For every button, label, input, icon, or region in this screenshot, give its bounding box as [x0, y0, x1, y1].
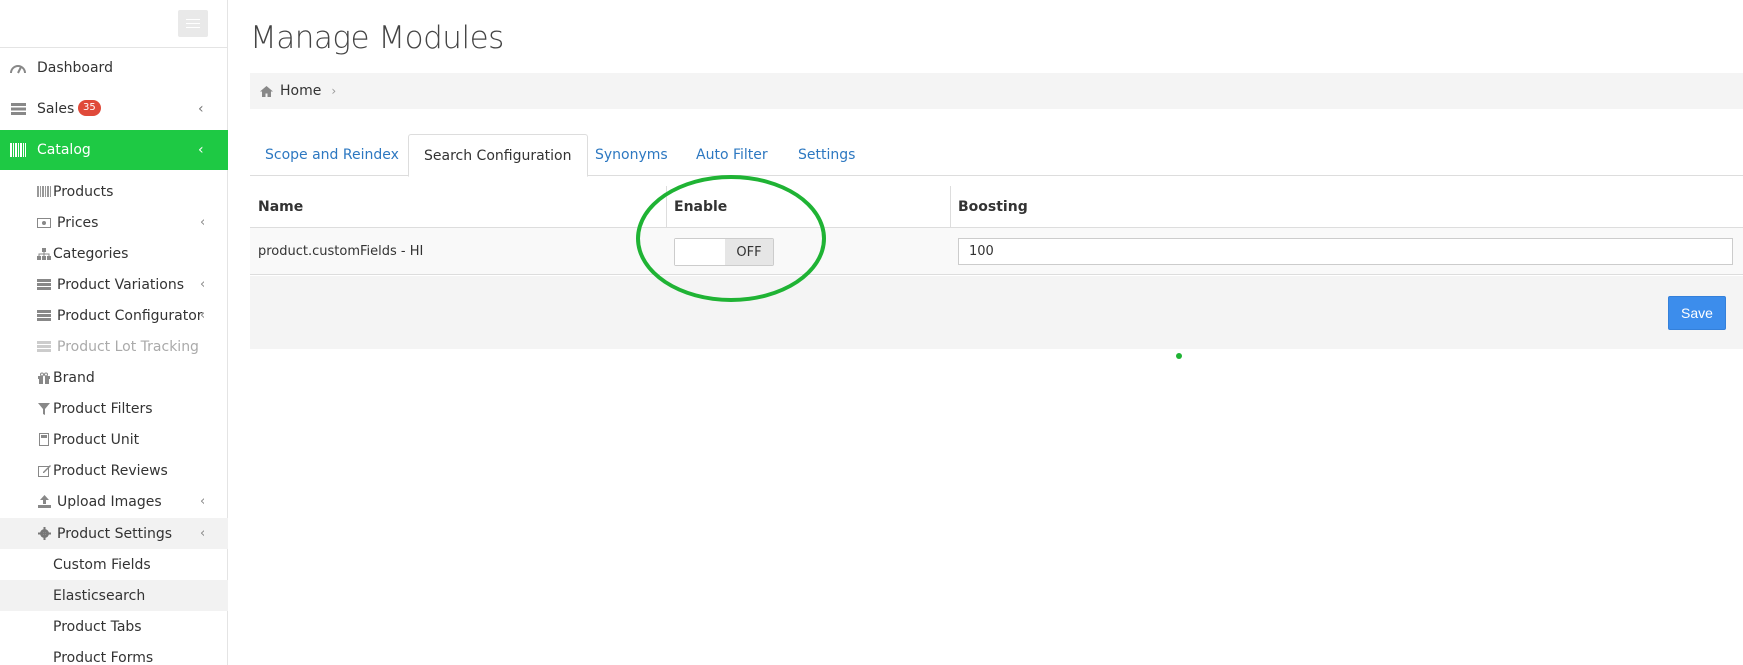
barcode-icon [37, 185, 51, 199]
sidebar-item-label: Brand [53, 369, 95, 386]
annotation-dot [1176, 353, 1182, 359]
table-header: Name Enable Boosting [250, 186, 1743, 228]
chevron-left-icon: ‹ [200, 494, 206, 509]
gift-icon [37, 371, 51, 385]
list-icon [37, 278, 51, 292]
sidebar: Dashboard Sales 35 ‹ Catalog ‹ Products … [0, 0, 228, 665]
chevron-left-icon: ‹ [200, 215, 206, 230]
page-title: Manage Modules [250, 20, 504, 56]
table-row: product.customFields - HI OFF 100 [250, 228, 1743, 275]
list-icon [37, 309, 51, 323]
barcode-icon [10, 142, 26, 158]
boosting-input[interactable]: 100 [958, 238, 1733, 265]
list-icon [10, 101, 26, 117]
chevron-left-icon: ‹ [198, 101, 204, 117]
sidebar-item-catalog[interactable]: Catalog ‹ [0, 130, 228, 170]
tab-synonyms[interactable]: Synonyms [580, 134, 683, 176]
sidebar-item-product-settings[interactable]: Product Settings ‹ [0, 518, 228, 549]
sidebar-item-product-configurator[interactable]: Product Configurator ‹ [0, 300, 228, 331]
breadcrumb-home-link[interactable]: Home [280, 83, 321, 99]
tab-scope-and-reindex[interactable]: Scope and Reindex [250, 134, 414, 176]
filter-icon [37, 402, 51, 416]
sidebar-item-custom-fields[interactable]: Custom Fields [0, 549, 228, 580]
sidebar-item-label: Custom Fields [53, 556, 151, 573]
sidebar-item-label: Product Unit [53, 431, 140, 448]
list-icon [37, 340, 51, 354]
breadcrumb: Home › [250, 73, 1743, 109]
sidebar-item-product-reviews[interactable]: Product Reviews [0, 455, 228, 486]
edit-icon [37, 464, 51, 478]
tab-search-configuration[interactable]: Search Configuration [408, 134, 588, 177]
sidebar-item-products[interactable]: Products [0, 176, 228, 207]
sales-count-badge: 35 [78, 100, 101, 116]
dashboard-icon [10, 60, 26, 76]
sidebar-item-label: Product Forms [53, 649, 154, 665]
sidebar-item-label: Catalog [37, 142, 91, 158]
sidebar-item-categories[interactable]: Categories [0, 238, 228, 269]
chevron-left-icon: ‹ [198, 142, 204, 158]
field-name-cell: product.customFields - HI [258, 244, 424, 259]
sidebar-item-label: Upload Images [57, 493, 162, 510]
sidebar-item-label: Product Settings [57, 525, 173, 542]
sidebar-item-product-forms[interactable]: Product Forms [0, 642, 228, 665]
sidebar-header [0, 0, 227, 48]
column-header-name: Name [258, 199, 304, 215]
save-button[interactable]: Save [1668, 296, 1726, 330]
sidebar-item-brand[interactable]: Brand [0, 362, 228, 393]
sidebar-item-sales[interactable]: Sales 35 ‹ [0, 89, 228, 129]
sidebar-item-label: Product Variations [57, 276, 185, 293]
annotation-circle [636, 175, 826, 302]
sidebar-item-label: Product Lot Tracking [57, 338, 199, 355]
sidebar-item-label: Product Configurator [57, 307, 203, 324]
sidebar-item-elasticsearch[interactable]: Elasticsearch [0, 580, 228, 611]
chevron-left-icon: ‹ [200, 277, 206, 292]
chevron-left-icon: ‹ [200, 526, 206, 541]
sidebar-item-prices[interactable]: Prices ‹ [0, 207, 228, 238]
gear-icon [37, 527, 51, 541]
sidebar-item-label: Product Reviews [53, 462, 168, 479]
sidebar-item-label: Elasticsearch [53, 587, 146, 604]
sidebar-item-label: Product Filters [53, 400, 153, 417]
table-footer: Save [250, 276, 1743, 349]
sidebar-item-label: Prices [57, 214, 99, 231]
tab-settings[interactable]: Settings [783, 134, 870, 176]
sitemap-icon [37, 247, 51, 261]
money-icon [37, 216, 51, 230]
sidebar-item-product-lot-tracking: Product Lot Tracking [0, 331, 228, 362]
chevron-left-icon: ‹ [200, 308, 206, 323]
sidebar-item-label: Categories [53, 245, 129, 262]
sidebar-item-product-filters[interactable]: Product Filters [0, 393, 228, 424]
calculator-icon [37, 433, 51, 447]
sidebar-item-upload-images[interactable]: Upload Images ‹ [0, 486, 228, 517]
chevron-right-icon: › [331, 84, 337, 98]
home-icon[interactable] [260, 84, 274, 98]
column-header-boosting: Boosting [958, 199, 1028, 215]
menu-toggle-icon[interactable] [178, 10, 208, 37]
sidebar-item-product-tabs[interactable]: Product Tabs [0, 611, 228, 642]
sidebar-item-dashboard[interactable]: Dashboard [0, 48, 228, 88]
sidebar-item-label: Product Tabs [53, 618, 142, 635]
sidebar-item-label: Sales [37, 101, 75, 117]
upload-icon [37, 495, 51, 509]
sidebar-item-label: Products [53, 183, 114, 200]
sidebar-item-label: Dashboard [37, 60, 113, 76]
tab-auto-filter[interactable]: Auto Filter [681, 134, 783, 176]
tab-bar: Scope and Reindex Search Configuration S… [250, 134, 1743, 177]
sidebar-item-product-variations[interactable]: Product Variations ‹ [0, 269, 228, 300]
sidebar-item-product-unit[interactable]: Product Unit [0, 424, 228, 455]
